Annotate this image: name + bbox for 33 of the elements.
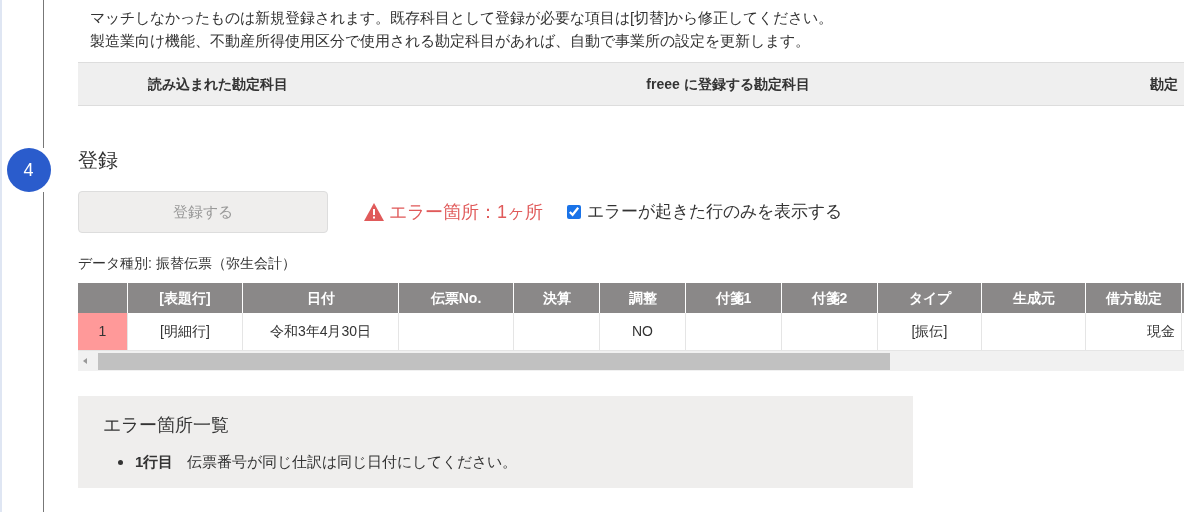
table-cell-text: [振伝] — [911, 322, 948, 341]
column-header: 日付 — [306, 288, 335, 308]
table-cell-text: [明細行] — [160, 322, 210, 341]
horizontal-scrollbar[interactable] — [78, 351, 1184, 371]
column-header: 付箋2 — [811, 288, 848, 308]
column-header: 決算 — [542, 288, 571, 308]
error-filter-checkbox[interactable] — [567, 205, 581, 219]
description-text: 製造業向け機能、不動産所得使用区分で使用される勘定科目があれば、自動で事業所の設定を更新します。 — [90, 31, 810, 51]
section-title: 登録 — [78, 148, 118, 173]
column-header: 借方勘定 — [1105, 288, 1162, 308]
data-type-text: データ種別: 振替伝票（弥生会計） — [78, 254, 296, 273]
error-list-title: エラー箇所一覧 — [103, 414, 229, 437]
error-count: エラー箇所：1ヶ所 — [389, 200, 543, 224]
step-number: 4 — [6, 148, 51, 192]
column-header: 生成元 — [1012, 288, 1055, 308]
error-message: 伝票番号が同じ仕訳は同じ日付にしてください。 — [187, 452, 518, 472]
column-header: タイプ — [908, 288, 951, 308]
row-number: 1 — [98, 322, 107, 341]
table-cell-text: NO — [632, 322, 653, 341]
error-row-label: 1行目 — [135, 452, 174, 472]
column-header: 伝票No. — [430, 288, 482, 308]
column-header: 調整 — [628, 288, 657, 308]
error-filter-label: エラーが起きた行のみを表示する — [587, 201, 842, 224]
table-cell-text: 令和3年4月30日 — [269, 322, 372, 341]
column-header: [表題行] — [159, 288, 211, 308]
column-header: 勘定 — [1150, 74, 1178, 94]
column-header: 読み込まれた勘定科目 — [147, 74, 289, 94]
table-cell-text: 現金 — [1147, 322, 1175, 341]
column-header: freee に登録する勘定科目 — [645, 74, 811, 94]
warning-icon — [364, 203, 384, 221]
column-header: 付箋1 — [715, 288, 752, 308]
bullet-icon — [118, 459, 123, 465]
description-text: マッチしなかったものは新規登録されます。既存科目として登録が必要な項目は[切替]から修正してください。 — [90, 8, 834, 28]
